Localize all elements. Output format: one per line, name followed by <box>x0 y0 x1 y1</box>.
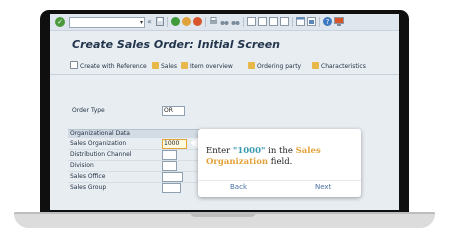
create-with-reference-button[interactable]: Create with Reference <box>70 61 147 73</box>
save-icon[interactable] <box>156 17 164 27</box>
callout-field-name: Sales <box>295 146 321 156</box>
previous-page-icon[interactable] <box>258 17 267 27</box>
callout-value: "1000" <box>232 146 266 156</box>
division-label: Division <box>70 162 94 169</box>
order-type-field[interactable]: OR <box>162 106 185 116</box>
back-arrows-icon[interactable]: « <box>147 17 152 27</box>
back-button[interactable]: Back <box>230 183 247 191</box>
people-icon <box>152 62 159 69</box>
create-with-reference-label: Create with Reference <box>80 63 147 70</box>
sales-button[interactable]: Sales <box>152 61 177 73</box>
application-toolbar: Create with Reference Sales Item overvie… <box>64 61 399 73</box>
system-toolbar: ✓ ▾ « ? <box>50 14 399 31</box>
dist-channel-label: Distribution Channel <box>70 151 132 158</box>
command-field[interactable]: ▾ <box>69 17 145 28</box>
enter-icon[interactable]: ✓ <box>55 17 65 27</box>
callout-word: in the <box>268 146 293 156</box>
page-title: Create Sales Order: Initial Screen <box>72 38 281 51</box>
sales-org-field[interactable]: 1000 <box>162 139 187 149</box>
people-icon <box>312 62 319 69</box>
row-divider <box>68 160 218 161</box>
customize-layout-icon[interactable] <box>334 17 344 27</box>
dist-channel-field[interactable] <box>162 150 177 160</box>
document-icon <box>70 61 78 69</box>
cancel-icon[interactable] <box>193 17 202 27</box>
shortcut-icon[interactable] <box>307 17 316 27</box>
item-overview-button[interactable]: Item overview <box>181 61 233 73</box>
sap-screen: ✓ ▾ « ? Create Sales Order: Initial Scre… <box>50 14 399 210</box>
row-divider <box>68 182 218 183</box>
sales-office-field[interactable] <box>162 172 183 182</box>
new-session-icon[interactable] <box>296 17 305 27</box>
toolbar-separator <box>167 17 168 27</box>
characteristics-button[interactable]: Characteristics <box>312 61 366 73</box>
find-icon[interactable] <box>220 17 229 27</box>
toolbar-separator <box>319 17 320 27</box>
help-icon[interactable]: ? <box>323 17 332 27</box>
division-field[interactable] <box>162 161 177 171</box>
callout-divider <box>198 180 361 181</box>
sales-group-label: Sales Group <box>70 184 107 191</box>
sales-label: Sales <box>161 63 177 70</box>
sales-office-label: Sales Office <box>70 173 106 180</box>
toolbar-separator <box>243 17 244 27</box>
order-type-label: Order Type <box>72 107 105 114</box>
toolbar-separator <box>292 17 293 27</box>
find-next-icon[interactable] <box>231 17 240 27</box>
guide-callout: Enter "1000" in the Sales Organization f… <box>198 129 361 197</box>
print-icon[interactable] <box>209 17 218 27</box>
ordering-party-label: Ordering party <box>257 63 302 70</box>
people-icon <box>248 62 255 69</box>
laptop-base <box>14 212 435 228</box>
exit-icon[interactable] <box>182 17 191 27</box>
callout-field-name: Organization <box>206 157 269 167</box>
toolbar-separator <box>205 17 206 27</box>
item-overview-label: Item overview <box>190 63 233 70</box>
back-icon[interactable] <box>171 17 180 27</box>
svg-text:?: ? <box>326 18 330 26</box>
sales-group-field[interactable] <box>162 183 181 193</box>
row-divider <box>68 149 218 150</box>
characteristics-label: Characteristics <box>321 63 366 70</box>
next-button[interactable]: Next <box>315 183 331 191</box>
toolbar-divider <box>50 74 399 75</box>
next-page-icon[interactable] <box>269 17 278 27</box>
first-page-icon[interactable] <box>247 17 256 27</box>
row-divider <box>68 171 218 172</box>
laptop-notch <box>190 212 256 217</box>
callout-pointer <box>190 138 198 148</box>
last-page-icon[interactable] <box>280 17 289 27</box>
callout-word: Enter <box>206 146 231 156</box>
sales-org-label: Sales Organization <box>70 140 127 147</box>
ordering-party-button[interactable]: Ordering party <box>248 61 301 73</box>
callout-instruction: Enter "1000" in the Sales Organization f… <box>206 146 356 168</box>
people-icon <box>181 62 188 69</box>
callout-word: field. <box>270 157 293 167</box>
chevron-down-icon[interactable]: ▾ <box>140 18 143 27</box>
